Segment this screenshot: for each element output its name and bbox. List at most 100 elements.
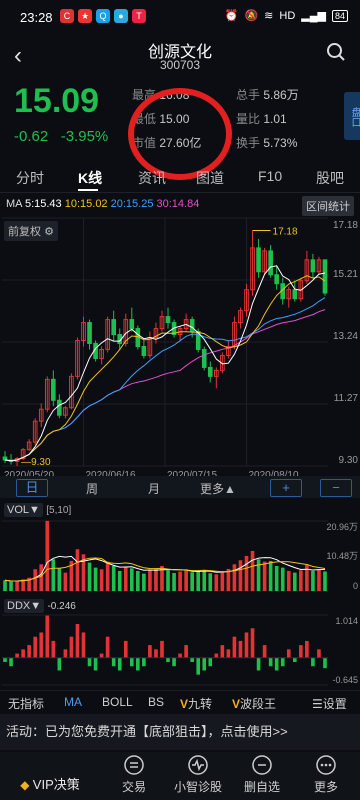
volume-chart: 20.96万 10.48万 0 (2, 520, 358, 592)
ddx-bar (27, 645, 31, 658)
ddx-bar (166, 657, 170, 663)
indicator-settings[interactable]: ☰设置 (312, 695, 347, 712)
volume-bar (178, 571, 182, 591)
zoom-out-button[interactable]: − (320, 479, 352, 497)
ddx-bar (81, 632, 86, 658)
volume-bar (220, 570, 225, 591)
period-bar: 日 周 月 更多▲ + − (0, 476, 360, 498)
ddx-bar (3, 657, 7, 663)
indicator-none[interactable]: 无指标 (8, 695, 44, 712)
zoom-in-button[interactable]: + (270, 479, 302, 497)
volume-bar (250, 550, 255, 591)
ddx-bar (292, 657, 297, 663)
volume-bar (196, 571, 201, 591)
volume-bar (202, 570, 207, 591)
promo-banner[interactable]: 活动：已为您免费开通【底部狙击】，点击使用>> (0, 714, 360, 750)
ddx-bar (63, 649, 68, 658)
ddx-bar (323, 657, 327, 669)
nav-vip[interactable]: ◆ VIP决策 (10, 774, 90, 793)
order-book-button[interactable]: 盘口 (344, 92, 360, 140)
period-month[interactable]: 月 (148, 480, 160, 497)
alarm-icon: ⏰ (224, 10, 239, 22)
nav-delete-label: 删自选 (243, 780, 280, 794)
tab-kline[interactable]: K线 (78, 168, 102, 188)
period-more[interactable]: 更多▲ (200, 480, 236, 497)
quote-turnover: 换手 5.73% (236, 134, 297, 151)
volume-bar (154, 568, 158, 591)
volume-bar (286, 570, 291, 591)
ddx-bar (33, 636, 38, 658)
ma-legend: MA 5:15.43 10:15.02 20:15.25 30:14.84 (6, 198, 199, 210)
indicator-bs[interactable]: BS (148, 695, 164, 709)
price-change: -0.62 -3.95% (14, 128, 108, 145)
status-right: ⏰ 🔕 ≋ HD ▂▄▆ 84 (225, 9, 348, 22)
nav-trade[interactable]: 交易 (104, 754, 164, 795)
period-day-button[interactable]: 日 (16, 479, 48, 497)
volume-label: 总手 (236, 88, 261, 102)
status-app-icons: C ★ Q ● T (60, 9, 146, 23)
indicator-boll[interactable]: BOLL (102, 695, 133, 709)
ddx-chart: 1.014 -0.645 (2, 614, 358, 686)
status-bar: 23:28 C ★ Q ● T ⏰ 🔕 ≋ HD ▂▄▆ 84 (0, 0, 360, 34)
nav-more[interactable]: 更多 (296, 754, 356, 795)
tab-intraday[interactable]: 分时 (16, 168, 44, 188)
volume-bar (190, 572, 194, 591)
volume-bar (268, 560, 273, 591)
interval-stats-button[interactable]: 区间统计 (302, 196, 354, 216)
nav-diagnose-label: 小智诊股 (173, 780, 222, 794)
volume-bar (3, 580, 7, 591)
volume-bar (111, 565, 116, 591)
ddx-bar (214, 653, 219, 658)
volume-bar (93, 567, 98, 591)
tab-chart[interactable]: 图道 (196, 168, 224, 188)
volume-bar (256, 559, 261, 591)
ddx-bar (111, 657, 116, 667)
indicator-jiuzhuan[interactable]: V九转 (180, 695, 212, 712)
vol-tag[interactable]: VOL▼ [5,10] (4, 502, 71, 517)
tab-f10[interactable]: F10 (258, 168, 282, 184)
ddx-bar (196, 657, 201, 675)
nav-delete-watchlist[interactable]: 删自选 (232, 754, 292, 795)
ddx-tag[interactable]: DDX▼ -0.246 (4, 598, 76, 613)
tab-news[interactable]: 资讯 (138, 168, 166, 188)
ddx-bar (262, 645, 267, 658)
last-price: 15.09 (14, 82, 100, 120)
volume-bar (136, 570, 140, 591)
indicator-boduan[interactable]: V波段王 (232, 695, 276, 712)
volume-bar (105, 561, 110, 591)
candle-body (129, 319, 135, 330)
ddx-bar (129, 657, 134, 667)
candle-body (87, 322, 92, 344)
vol-tag-label: VOL▼ (4, 503, 43, 517)
period-week[interactable]: 周 (86, 480, 98, 497)
ddx-bar (87, 657, 92, 667)
tab-forum[interactable]: 股吧 (316, 168, 344, 188)
volume-bar (15, 580, 19, 591)
ddx-bar (317, 649, 321, 658)
max-label: 17.18 (273, 227, 298, 238)
y-tick-label: 15.21 (333, 269, 358, 280)
ddx-bar (136, 657, 140, 671)
volume-bar (129, 568, 134, 591)
nav-diagnose[interactable]: 小智诊股 (168, 754, 228, 795)
ma30-value: 30:14.84 (156, 198, 200, 210)
volume-bar (33, 569, 38, 591)
boduan-label: 波段王 (240, 697, 277, 711)
candle-body (111, 319, 116, 336)
ddx-tag-label: DDX▼ (4, 599, 45, 613)
volume-bar (45, 520, 50, 591)
ddx-bar (172, 657, 176, 667)
volume-bar (244, 555, 249, 591)
kline-chart[interactable]: 17.1815.2113.2411.279.302020/05/20 2020/0… (0, 214, 360, 476)
bird-icon: ● (114, 9, 128, 23)
ddx-bar (45, 615, 50, 658)
indicator-ma[interactable]: MA (64, 695, 82, 709)
ddx-bar (202, 657, 207, 671)
candle-body (165, 316, 171, 324)
candle-body (189, 319, 195, 333)
candle-body (274, 274, 279, 285)
volume-bar (280, 567, 285, 591)
settings-icon: ☰ (312, 697, 323, 711)
search-icon[interactable] (326, 42, 346, 62)
ddx-bar (280, 657, 285, 667)
